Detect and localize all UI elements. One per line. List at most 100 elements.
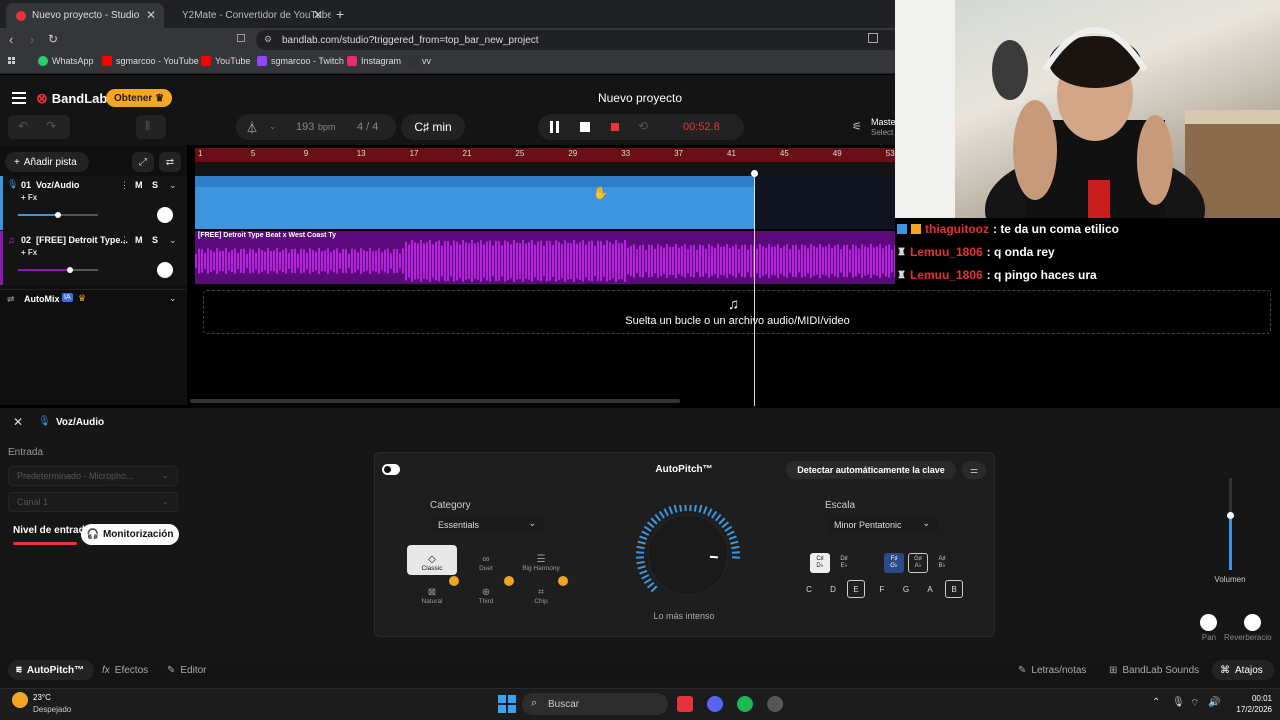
key-c-sharp[interactable]: C♯ D♭ bbox=[810, 553, 830, 573]
tab-effects[interactable]: fx Efectos bbox=[102, 665, 148, 676]
reverb-knob[interactable] bbox=[1244, 614, 1261, 631]
key-e[interactable]: E bbox=[847, 580, 865, 598]
key-g[interactable]: G bbox=[897, 580, 915, 598]
back-icon[interactable]: ‹ bbox=[9, 32, 13, 47]
chevron-down-icon[interactable]: ⌄ bbox=[169, 235, 177, 246]
close-tab-icon[interactable]: ✕ bbox=[313, 8, 323, 22]
add-fx-button[interactable]: + Fx bbox=[21, 248, 37, 257]
channel-select[interactable]: Canal 1 ⌄ bbox=[8, 492, 178, 512]
mute-button[interactable]: M bbox=[135, 235, 143, 245]
close-icon[interactable]: ✕ bbox=[13, 415, 23, 429]
key-c[interactable]: C bbox=[800, 580, 818, 598]
volume-thumb[interactable] bbox=[55, 212, 61, 218]
windows-start-icon[interactable] bbox=[498, 695, 516, 713]
tab-shortcuts[interactable]: ⌘ Atajos bbox=[1220, 665, 1263, 676]
master-label[interactable]: Maste bbox=[871, 117, 896, 127]
track-name[interactable]: [FREE] Detroit Type... bbox=[36, 235, 128, 245]
more-options-icon[interactable]: ⋮ bbox=[120, 235, 129, 246]
undo-icon[interactable]: ↶ bbox=[18, 119, 28, 133]
wand-icon[interactable]: ⤢ bbox=[132, 152, 154, 172]
solo-button[interactable]: S bbox=[152, 180, 158, 190]
add-fx-button[interactable]: + Fx bbox=[21, 193, 37, 202]
bookmark-instagram[interactable]: Instagram bbox=[347, 56, 401, 66]
mute-button[interactable]: M bbox=[135, 180, 143, 190]
audio-clip-voz[interactable] bbox=[195, 187, 754, 229]
bookmark-x[interactable]: vv bbox=[408, 56, 431, 66]
key-b[interactable]: B bbox=[945, 580, 963, 598]
bookmark-whatsapp[interactable]: WhatsApp bbox=[38, 56, 94, 66]
tab-autopitch[interactable]: ⩳ AutoPitch™ bbox=[16, 665, 84, 676]
redo-icon[interactable]: ↷ bbox=[46, 119, 56, 133]
timeline-ruler[interactable]: 1 5 9 13 17 21 25 29 33 37 41 45 49 53 bbox=[195, 148, 895, 162]
add-track-button[interactable]: + Añadir pista bbox=[5, 152, 89, 172]
horizontal-scrollbar[interactable] bbox=[190, 399, 680, 403]
pause-icon[interactable] bbox=[550, 121, 560, 133]
tab-lyrics[interactable]: ✎ Letras/notas bbox=[1018, 665, 1086, 676]
forward-icon[interactable]: › bbox=[30, 32, 34, 47]
metronome-icon[interactable]: ⏃ bbox=[246, 119, 258, 136]
clock-date[interactable]: 17/2/2026 bbox=[1228, 705, 1272, 714]
brave-icon[interactable] bbox=[677, 696, 693, 712]
reload-icon[interactable]: ↻ bbox=[48, 32, 58, 46]
panel-volume-slider[interactable] bbox=[1227, 478, 1234, 570]
discord-icon[interactable] bbox=[707, 696, 723, 712]
clock-time[interactable]: 00:01 bbox=[1236, 694, 1272, 703]
track-settings-icon[interactable]: ⇄ bbox=[159, 152, 181, 172]
time-signature[interactable]: 4 / 4 bbox=[357, 121, 378, 133]
chevron-down-icon[interactable]: ⌄ bbox=[169, 293, 177, 304]
playhead[interactable] bbox=[754, 170, 755, 406]
key-selector[interactable]: C♯ min bbox=[401, 114, 465, 140]
pan-knob[interactable] bbox=[1200, 614, 1217, 631]
tab-editor[interactable]: ✎ Editor bbox=[167, 665, 207, 676]
solo-button[interactable]: S bbox=[152, 235, 158, 245]
cast-icon[interactable] bbox=[868, 33, 878, 43]
record-icon[interactable] bbox=[611, 123, 619, 131]
chevron-down-icon[interactable]: ⌄ bbox=[269, 121, 277, 132]
tray-chevron-icon[interactable]: ⌃ bbox=[1152, 697, 1160, 708]
address-bar[interactable]: bandlab.com/studio?triggered_from=top_ba… bbox=[256, 30, 906, 50]
key-a-sharp[interactable]: A♯ B♭ bbox=[932, 553, 952, 573]
pan-knob[interactable] bbox=[157, 262, 173, 278]
bookmark-youtube-channel[interactable]: sgmarcoo - YouTube bbox=[102, 56, 199, 66]
get-membership-button[interactable]: Obtener ♛ bbox=[106, 89, 172, 107]
new-tab-icon[interactable]: + bbox=[336, 6, 344, 22]
microphone-tray-icon[interactable]: 🎙 bbox=[1172, 697, 1185, 708]
volume-slider[interactable] bbox=[18, 212, 98, 218]
track-name[interactable]: Voz/Audio bbox=[36, 180, 79, 190]
bandlab-logo[interactable]: ⊗ BandLab bbox=[36, 90, 107, 107]
master-settings-icon[interactable]: ⚟ bbox=[852, 120, 862, 133]
volume-tray-icon[interactable]: 🔊 bbox=[1208, 697, 1220, 708]
bookmark-youtube[interactable]: YouTube bbox=[201, 56, 250, 66]
weather-icon[interactable] bbox=[12, 692, 28, 708]
volume-thumb[interactable] bbox=[1227, 511, 1234, 519]
pan-knob[interactable] bbox=[157, 207, 173, 223]
more-options-icon[interactable]: ⋮ bbox=[120, 180, 129, 191]
spotify-icon[interactable] bbox=[737, 696, 753, 712]
bpm-value[interactable]: 193 bbox=[296, 121, 314, 133]
browser-tab-active[interactable]: Nuevo proyecto - Studio ✕ bbox=[6, 3, 164, 28]
key-g-sharp[interactable]: G♯ A♭ bbox=[908, 553, 928, 573]
wifi-icon[interactable]: ⌔ bbox=[1190, 697, 1199, 710]
key-f-sharp[interactable]: F♯ G♭ bbox=[884, 553, 904, 573]
playhead-handle[interactable] bbox=[751, 170, 758, 177]
monitoring-button[interactable]: 🎧 Monitorización bbox=[81, 524, 179, 545]
bookmark-twitch[interactable]: sgmarcoo - Twitch bbox=[257, 56, 344, 66]
loop-icon[interactable]: ⟲ bbox=[638, 119, 648, 133]
hamburger-menu-icon[interactable] bbox=[12, 92, 26, 104]
browser-tab[interactable]: Y2Mate - Convertidor de YouTube a ✕ bbox=[166, 3, 331, 28]
style-duet[interactable]: ∞ Duet bbox=[461, 545, 511, 575]
volume-slider[interactable] bbox=[18, 267, 98, 273]
style-big-harmony[interactable]: ☰ Big Harmony bbox=[515, 545, 567, 575]
input-device-select[interactable]: Predeterminado - Micropho... ⌄ bbox=[8, 466, 178, 486]
style-classic[interactable]: ◇ Classic bbox=[407, 545, 457, 575]
key-d-sharp[interactable]: D♯ E♭ bbox=[834, 553, 854, 573]
detect-key-button[interactable]: Detectar automáticamente la clave bbox=[786, 461, 956, 479]
close-tab-icon[interactable]: ✕ bbox=[146, 8, 156, 22]
autopitch-toggle[interactable] bbox=[382, 464, 400, 475]
volume-thumb[interactable] bbox=[67, 267, 73, 273]
tab-bandlab-sounds[interactable]: ⊞ BandLab Sounds bbox=[1109, 665, 1199, 676]
key-a[interactable]: A bbox=[921, 580, 939, 598]
taskbar-search[interactable]: ⌕ Buscar bbox=[522, 693, 668, 715]
site-info-icon[interactable]: ⚙ bbox=[264, 34, 272, 45]
category-select[interactable]: Essentials ⌄ bbox=[432, 516, 544, 534]
